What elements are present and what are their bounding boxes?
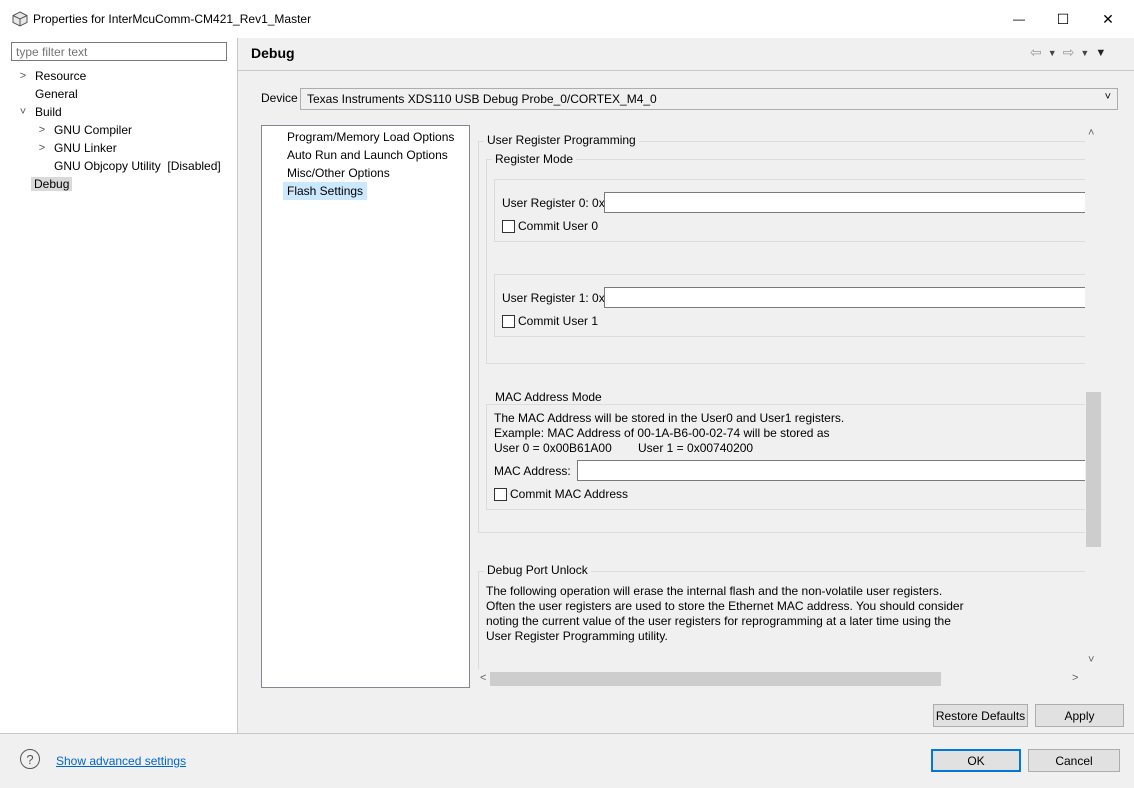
forward-menu-icon[interactable]: ▼ xyxy=(1080,48,1089,58)
tree-item-build[interactable]: ˅ Build xyxy=(17,103,221,121)
forward-arrow-icon[interactable]: ⇨ xyxy=(1063,44,1075,61)
minimize-icon: — xyxy=(1013,12,1025,26)
user-register-1-input[interactable] xyxy=(604,287,1085,308)
unlock-description-line4: User Register Programming utility. xyxy=(486,629,668,643)
tree-item-label: Build xyxy=(35,105,62,119)
maximize-icon: ☐ xyxy=(1056,10,1070,27)
unlock-description-line1: The following operation will erase the i… xyxy=(486,584,943,598)
mac-example-user1: User 1 = 0x00740200 xyxy=(638,441,754,455)
ok-button[interactable]: OK xyxy=(931,749,1021,772)
chevron-down-icon: ˅ xyxy=(1104,91,1111,103)
user-register-0-input[interactable] xyxy=(604,192,1085,213)
filter-input[interactable] xyxy=(11,42,227,61)
nav-toolbar: ⇦ ▼ ⇨ ▼ ▼ xyxy=(1030,44,1106,61)
property-tree: > Resource General ˅ Build > GNU Compile… xyxy=(17,67,221,193)
option-flash-settings[interactable]: Flash Settings xyxy=(283,182,368,200)
help-icon[interactable]: ? xyxy=(20,749,40,769)
mac-address-input[interactable] xyxy=(577,460,1085,481)
scroll-up-icon[interactable]: ˄ xyxy=(1088,127,1094,139)
scroll-left-icon[interactable]: < xyxy=(480,672,486,684)
tree-item-label: Debug xyxy=(31,177,73,191)
tree-item-gnu-compiler[interactable]: > GNU Compiler xyxy=(17,121,221,139)
tree-item-debug[interactable]: Debug xyxy=(17,175,221,193)
tree-item-label: General xyxy=(35,87,78,101)
option-auto-run[interactable]: Auto Run and Launch Options xyxy=(283,146,452,164)
page-title: Debug xyxy=(251,45,295,61)
mac-address-mode-label: MAC Address Mode xyxy=(492,390,605,404)
option-misc[interactable]: Misc/Other Options xyxy=(283,164,394,182)
device-label: Device xyxy=(261,91,298,105)
user-register-programming-label: User Register Programming xyxy=(484,133,639,147)
scroll-down-icon[interactable]: ˅ xyxy=(1088,654,1094,666)
mac-description-line2: Example: MAC Address of 00-1A-B6-00-02-7… xyxy=(494,426,830,440)
close-window-button[interactable]: ✕ xyxy=(1085,0,1131,38)
commit-mac-address-checkbox[interactable] xyxy=(494,488,507,501)
view-menu-icon[interactable]: ▼ xyxy=(1095,47,1106,59)
device-select-value: Texas Instruments XDS110 USB Debug Probe… xyxy=(307,92,657,106)
maximize-button[interactable]: ☐ xyxy=(1040,0,1086,38)
tree-item-label: GNU Objcopy Utility [Disabled] xyxy=(54,159,221,173)
bottom-separator xyxy=(0,733,1134,734)
user-register-1-label: User Register 1: 0x xyxy=(502,291,605,305)
unlock-description-line3: noting the current value of the user reg… xyxy=(486,614,951,628)
back-arrow-icon[interactable]: ⇦ xyxy=(1030,44,1042,61)
tree-item-resource[interactable]: > Resource xyxy=(17,67,221,85)
mac-example-user0: User 0 = 0x00B61A00 xyxy=(494,441,612,455)
minimize-button[interactable]: — xyxy=(996,0,1042,38)
option-program-memory[interactable]: Program/Memory Load Options xyxy=(283,128,458,146)
commit-user-1-checkbox[interactable] xyxy=(502,315,515,328)
mac-description-line1: The MAC Address will be stored in the Us… xyxy=(494,411,845,425)
app-icon xyxy=(12,11,28,27)
chevron-right-icon[interactable]: > xyxy=(36,142,48,154)
flash-settings-panel: User Register Programming Register Mode … xyxy=(478,125,1085,670)
chevron-right-icon[interactable]: > xyxy=(17,70,29,82)
show-advanced-settings-link[interactable]: Show advanced settings xyxy=(56,754,186,768)
tree-item-label: GNU Linker xyxy=(54,141,117,155)
window-title: Properties for InterMcuComm-CM421_Rev1_M… xyxy=(33,12,312,26)
tree-item-label: GNU Compiler xyxy=(54,123,133,137)
options-list: Program/Memory Load Options Auto Run and… xyxy=(261,125,470,688)
tree-item-gnu-linker[interactable]: > GNU Linker xyxy=(17,139,221,157)
debug-port-unlock-label: Debug Port Unlock xyxy=(484,563,591,577)
vertical-scroll-thumb[interactable] xyxy=(1086,392,1101,547)
commit-user-0-label: Commit User 0 xyxy=(518,219,599,233)
tree-item-label: Resource xyxy=(35,69,87,83)
user-register-0-label: User Register 0: 0x xyxy=(502,196,605,210)
tree-item-gnu-objcopy[interactable]: GNU Objcopy Utility [Disabled] xyxy=(17,157,221,175)
mac-address-label: MAC Address: xyxy=(494,464,571,478)
header-separator xyxy=(238,70,1134,71)
apply-button[interactable]: Apply xyxy=(1035,704,1124,727)
commit-user-1-label: Commit User 1 xyxy=(518,314,599,328)
commit-user-0-checkbox[interactable] xyxy=(502,220,515,233)
register-mode-label: Register Mode xyxy=(492,152,577,166)
close-icon: ✕ xyxy=(1102,10,1114,27)
scroll-right-icon[interactable]: > xyxy=(1072,672,1078,684)
restore-defaults-button[interactable]: Restore Defaults xyxy=(933,704,1028,727)
commit-mac-address-label: Commit MAC Address xyxy=(510,487,629,501)
unlock-description-line2: Often the user registers are used to sto… xyxy=(486,599,964,613)
chevron-down-icon[interactable]: ˅ xyxy=(17,106,29,118)
device-select[interactable]: Texas Instruments XDS110 USB Debug Probe… xyxy=(300,88,1118,110)
horizontal-scroll-thumb[interactable] xyxy=(490,672,941,686)
chevron-right-icon[interactable]: > xyxy=(36,124,48,136)
title-bar: Properties for InterMcuComm-CM421_Rev1_M… xyxy=(0,0,1134,38)
tree-item-general[interactable]: General xyxy=(17,85,221,103)
back-menu-icon[interactable]: ▼ xyxy=(1048,48,1057,58)
cancel-button[interactable]: Cancel xyxy=(1028,749,1120,772)
